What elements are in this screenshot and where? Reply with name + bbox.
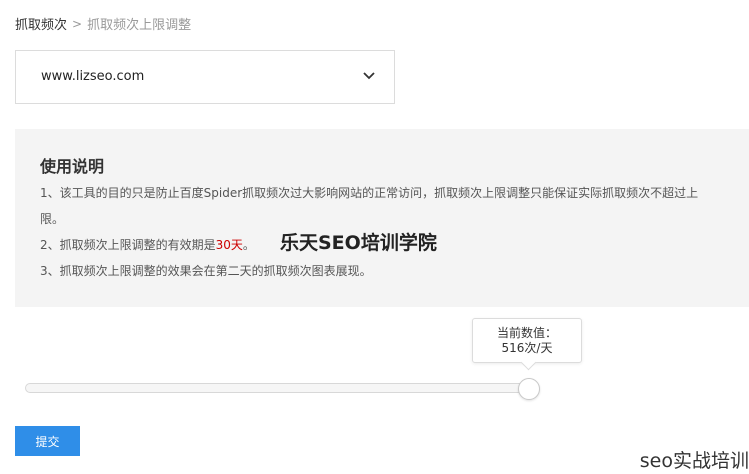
chevron-down-icon xyxy=(363,72,375,80)
validity-period-highlight: 30天 xyxy=(215,238,243,252)
instruction-line-1-cont: 限。 xyxy=(40,212,65,226)
frequency-slider-track[interactable] xyxy=(25,383,535,393)
breadcrumb: 抓取频次 > 抓取频次上限调整 xyxy=(15,14,192,34)
corner-watermark: seo实战培训 xyxy=(639,450,749,472)
site-select-dropdown[interactable]: www.lizseo.com xyxy=(15,50,395,104)
instruction-line-2: 2、抓取频次上限调整的有效期是30天。 xyxy=(40,236,255,253)
instructions-title: 使用说明 xyxy=(40,157,105,176)
instructions-panel: 使用说明 1、该工具的目的只是防止百度Spider抓取频次过大影响网站的正常访问… xyxy=(15,129,749,307)
instruction-line-3: 3、抓取频次上限调整的效果会在第二天的抓取频次图表展现。 xyxy=(40,264,372,278)
submit-button[interactable]: 提交 xyxy=(15,426,80,456)
breadcrumb-separator: > xyxy=(72,16,83,31)
tooltip-arrow xyxy=(520,354,537,371)
instruction-line-2-prefix: 2、抓取频次上限调整的有效期是 xyxy=(40,238,216,252)
breadcrumb-parent-link[interactable]: 抓取频次 xyxy=(15,14,67,33)
instruction-line-1: 1、该工具的目的只是防止百度Spider抓取频次过大影响网站的正常访问，抓取频次… xyxy=(40,186,699,200)
breadcrumb-current: 抓取频次上限调整 xyxy=(87,18,192,33)
instruction-line-2-suffix: 。 xyxy=(242,238,255,252)
page: 抓取频次 > 抓取频次上限调整 www.lizseo.com 使用说明 1、该工… xyxy=(0,0,749,474)
site-select-value: www.lizseo.com xyxy=(41,69,145,84)
tooltip-value: 516次/天 xyxy=(501,341,553,355)
tooltip-label: 当前数值： xyxy=(496,326,557,340)
watermark-text: 乐天SEO培训学院 xyxy=(280,232,437,254)
frequency-slider-handle[interactable] xyxy=(518,378,540,400)
slider-value-tooltip: 当前数值： 516次/天 xyxy=(472,318,582,371)
